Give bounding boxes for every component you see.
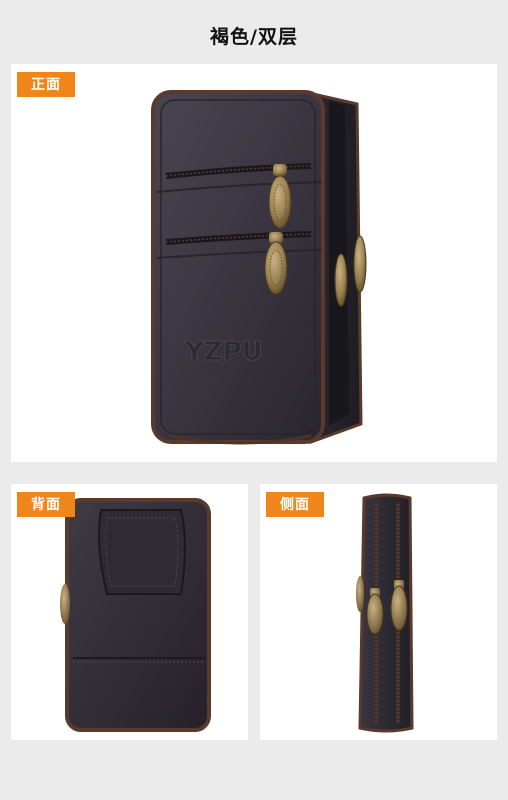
- side-view-panel: 侧面: [260, 484, 497, 740]
- front-view-label: 正面: [17, 72, 75, 97]
- side-view-photo: [356, 493, 414, 733]
- front-view-panel: 正面 YZPU: [11, 64, 497, 462]
- back-view-panel: 背面: [11, 484, 248, 740]
- embossed-logo: YZPU: [184, 337, 263, 367]
- bag-body: [151, 90, 325, 444]
- front-view-photo: YZPU: [151, 90, 367, 445]
- page-title: 褐色/双层: [210, 26, 298, 48]
- side-view-label: 侧面: [266, 492, 324, 517]
- back-view-photo: [60, 498, 211, 732]
- back-view-label: 背面: [17, 492, 75, 517]
